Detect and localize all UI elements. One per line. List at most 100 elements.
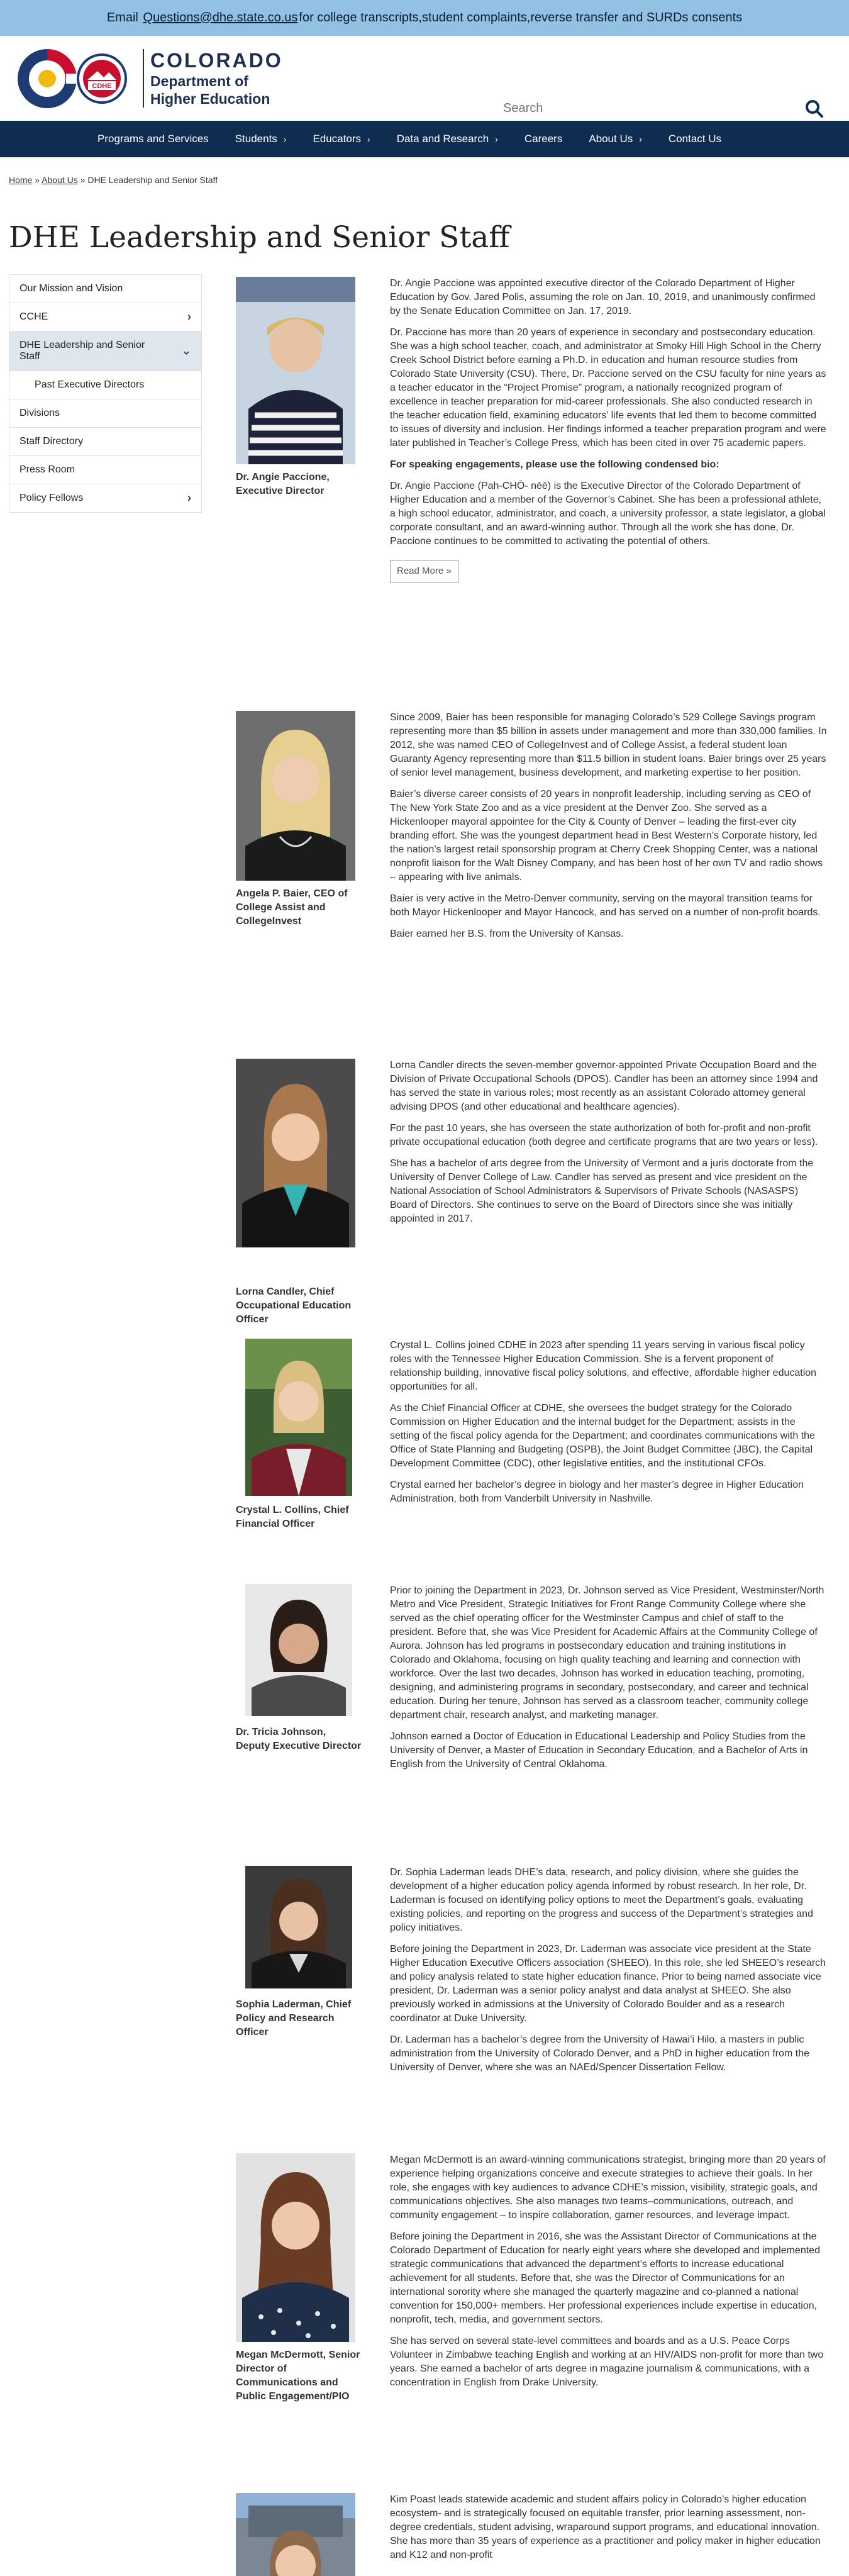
bio-paragraph: Dr. Angie Paccione (Pah-CHŌ- nēē) is the… (390, 481, 826, 547)
nav-students[interactable]: Students › (235, 133, 287, 145)
bio-paragraph: Baier earned her B.S. from the Universit… (390, 928, 624, 939)
staff-photo (245, 1866, 352, 1988)
nav-programs-and-services[interactable]: Programs and Services (97, 133, 209, 145)
bio-paragraph: Prior to joining the Department in 2023,… (390, 1585, 824, 1720)
nav-label: Students (235, 133, 277, 145)
sidebar-item-leadership[interactable]: DHE Leadership and Senior Staff ⌄ (9, 331, 202, 371)
search-input[interactable] (503, 96, 792, 121)
chevron-right-icon: › (495, 134, 498, 144)
staff-caption: Dr. Tricia Johnson, Deputy Executive Dir… (236, 1727, 362, 1751)
logo-state: COLORADO (150, 49, 283, 72)
search-icon[interactable] (805, 99, 824, 118)
staff-bio: Prior to joining the Department in 2023,… (390, 1584, 827, 1779)
bio-paragraph: Before joining the Department in 2016, s… (390, 2231, 820, 2325)
nav-label: Careers (524, 133, 563, 145)
nav-about-us[interactable]: About Us › (589, 133, 642, 145)
sidebar-item-label: Press Room (19, 464, 75, 475)
staff-photo (236, 2153, 355, 2342)
sidebar-item-cche[interactable]: CCHE › (9, 303, 202, 331)
chevron-right-icon: › (639, 134, 642, 144)
banner-suffix: for college transcripts,student complain… (299, 11, 743, 25)
nav-label: Contact Us (668, 133, 722, 145)
staff-caption: Lorna Candler, Chief Occupational Educat… (236, 1286, 352, 1325)
logo-dept-line1: Department of (150, 73, 248, 89)
bio-paragraph: Lorna Candler directs the seven-member g… (390, 1060, 818, 1112)
breadcrumb-home[interactable]: Home (9, 175, 32, 185)
nav-careers[interactable]: Careers (524, 133, 562, 145)
sidebar-item-mission[interactable]: Our Mission and Vision (9, 274, 202, 303)
breadcrumb-about[interactable]: About Us (42, 175, 78, 185)
sidebar-item-label: Divisions (19, 408, 60, 418)
bio-paragraph: As the Chief Financial Officer at CDHE, … (390, 1403, 815, 1469)
sidebar-item-label: Past Executive Directors (35, 379, 145, 390)
chevron-right-icon: › (367, 134, 370, 144)
site-header: CDHE COLORADO Department of Higher Educa… (0, 36, 849, 121)
sidebar-item-label: Policy Fellows (19, 493, 84, 503)
banner-email-link[interactable]: Questions@dhe.state.co.us (143, 11, 297, 25)
sidebar-item-policy-fellows[interactable]: Policy Fellows › (9, 484, 202, 513)
nav-educators[interactable]: Educators › (313, 133, 370, 145)
breadcrumb-separator: » (32, 175, 42, 185)
staff-caption: Sophia Laderman, Chief Policy and Resear… (236, 1999, 352, 2038)
sidebar-item-press-room[interactable]: Press Room (9, 455, 202, 484)
chevron-right-icon[interactable]: › (187, 492, 191, 505)
bio-paragraph: Dr. Angie Paccione was appointed executi… (390, 278, 816, 316)
site-logo[interactable]: CDHE COLORADO Department of Higher Educa… (17, 48, 283, 108)
bio-paragraph: Crystal L. Collins joined CDHE in 2023 a… (390, 1340, 817, 1392)
staff-caption: Angela P. Baier, CEO of College Assist a… (236, 888, 348, 927)
nav-label: Programs and Services (97, 133, 209, 145)
sidebar-item-label: Staff Directory (19, 436, 84, 447)
bio-paragraph: Baier’s diverse career consists of 20 ye… (390, 789, 823, 883)
bio-paragraph: For speaking engagements, please use the… (390, 459, 719, 470)
staff-photo (245, 1339, 352, 1496)
nav-label: About Us (589, 133, 633, 145)
sidebar-nav: Our Mission and Vision CCHE › DHE Leaders… (9, 274, 202, 513)
staff-caption: Crystal L. Collins, Chief Financial Offi… (236, 1505, 349, 1529)
sidebar-item-label: CCHE (19, 311, 48, 322)
page-title: DHE Leadership and Senior Staff (9, 220, 510, 255)
nav-contact-us[interactable]: Contact Us (669, 133, 721, 145)
staff-photo (236, 277, 355, 464)
logo-dept-line2: Higher Education (150, 91, 270, 107)
staff-photo (236, 2493, 355, 2576)
bio-paragraph: She has served on several state-level co… (390, 2336, 824, 2388)
bio-paragraph: Kim Poast leads statewide academic and s… (390, 2494, 821, 2560)
staff-photo (236, 1059, 355, 1247)
sidebar-item-label: DHE Leadership and Senior Staff (19, 340, 145, 362)
bio-paragraph: She has a bachelor of arts degree from t… (390, 1158, 814, 1224)
sidebar-item-divisions[interactable]: Divisions (9, 399, 202, 427)
logo-badge-text: CDHE (92, 82, 111, 90)
staff-entry: Dr. Angie Paccione, Executive Director D… (236, 277, 827, 705)
main-nav: Programs and Services Students › Educator… (0, 121, 849, 157)
chevron-down-icon[interactable]: ⌄ (182, 345, 191, 358)
sidebar-item-past-directors[interactable]: Past Executive Directors (9, 371, 202, 399)
staff-bio: Dr. Angie Paccione was appointed executi… (390, 277, 827, 583)
top-banner: Email Questions@dhe.state.co.us for coll… (0, 0, 849, 36)
staff-photo (236, 711, 355, 881)
staff-photo (245, 1584, 352, 1716)
staff-caption: Megan McDermott, Senior Director of Comm… (236, 2350, 360, 2402)
bio-paragraph: Johnson earned a Doctor of Education in … (390, 1731, 808, 1770)
bio-paragraph: Since 2009, Baier has been responsible f… (390, 712, 827, 778)
staff-bio: Crystal L. Collins joined CDHE in 2023 a… (390, 1339, 827, 1514)
sidebar-item-staff-directory[interactable]: Staff Directory (9, 427, 202, 455)
nav-label: Educators (313, 133, 362, 145)
sidebar-item-label: Our Mission and Vision (19, 283, 123, 294)
staff-caption: Dr. Angie Paccione, Executive Director (236, 472, 330, 496)
chevron-right-icon[interactable]: › (187, 311, 191, 324)
staff-bio: Lorna Candler directs the seven-member g… (390, 1059, 827, 1234)
bio-paragraph: Before joining the Department in 2023, D… (390, 1944, 826, 2024)
logo-text: COLORADO Department of Higher Education (143, 49, 283, 108)
banner-prefix: Email (106, 11, 138, 25)
staff-bio: Since 2009, Baier has been responsible f… (390, 711, 827, 949)
bio-paragraph: Megan McDermott is an award-winning comm… (390, 2155, 826, 2221)
bio-paragraph: Dr. Laderman has a bachelor’s degree fro… (390, 2034, 810, 2073)
chevron-right-icon: › (283, 134, 287, 144)
search-bar (503, 96, 830, 122)
read-more-button[interactable]: Read More » (390, 560, 458, 583)
colorado-logo-icon: CDHE (17, 48, 136, 108)
bio-paragraph: Dr. Sophia Laderman leads DHE’s data, re… (390, 1867, 813, 1933)
bio-paragraph: For the past 10 years, she has overseen … (390, 1123, 818, 1147)
bio-paragraph: Dr. Paccione has more than 20 years of e… (390, 327, 826, 449)
nav-data-and-research[interactable]: Data and Research › (397, 133, 498, 145)
